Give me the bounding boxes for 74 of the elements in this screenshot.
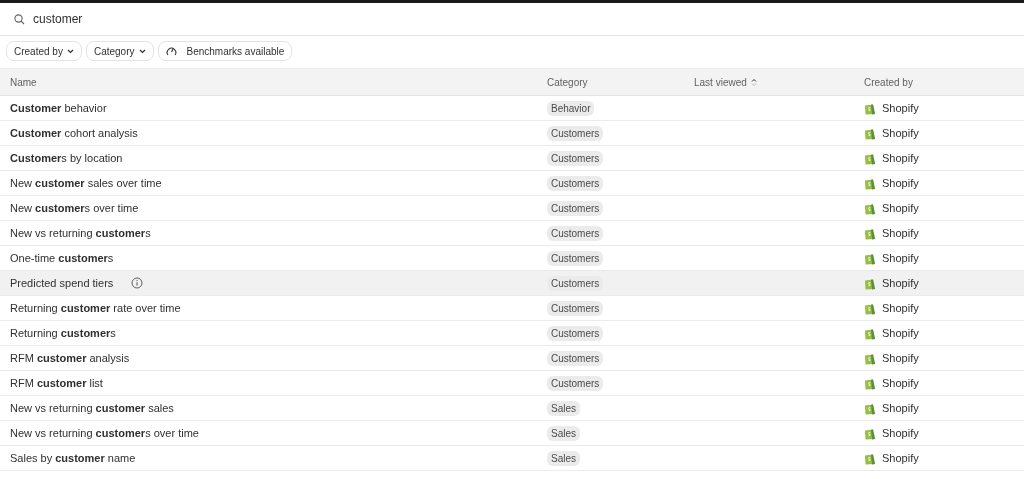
category-tag: Customers: [547, 175, 604, 191]
creator-name: Shopify: [882, 177, 919, 189]
sort-icon[interactable]: [750, 77, 757, 87]
creator-name: Shopify: [882, 127, 919, 139]
search-field[interactable]: customer: [33, 12, 333, 26]
column-header[interactable]: Last viewed: [694, 76, 747, 88]
category-tag: Sales: [547, 400, 580, 416]
report-name: New customer sales over time: [10, 177, 162, 189]
column-header: Created by: [864, 76, 913, 88]
creator-name: Shopify: [882, 152, 919, 164]
report-name: New vs returning customer sales: [10, 402, 174, 414]
filter-button[interactable]: Category: [85, 41, 154, 61]
creator-name: Shopify: [882, 402, 919, 414]
report-name: Customer cohort analysis: [10, 127, 138, 139]
report-name: Sales by customer name: [10, 452, 136, 464]
category-tag: Customers: [547, 200, 604, 216]
column-header: Category: [547, 76, 588, 88]
category-tag: Customers: [547, 125, 604, 141]
table-row[interactable]: One-time customers Customers Shopify: [0, 245, 1024, 271]
creator-name: Shopify: [882, 452, 919, 464]
table-row[interactable]: Customer cohort analysis Customers Shopify: [0, 120, 1024, 146]
report-name: Returning customer rate over time: [10, 302, 181, 314]
table-row[interactable]: New vs returning customers Customers Shopify: [0, 220, 1024, 246]
search-icon: [14, 13, 25, 25]
table-row[interactable]: Returning customers Customers Shopify: [0, 320, 1024, 346]
report-name: RFM customer list: [10, 377, 103, 389]
category-tag: Customers: [547, 300, 604, 316]
creator-name: Shopify: [882, 302, 919, 314]
column-header: Name: [10, 76, 37, 88]
category-tag: Sales: [547, 425, 580, 441]
table-row[interactable]: Returning customer rate over time Customers Shopify: [0, 295, 1024, 321]
table-row[interactable]: Sales by customer name Sales Shopify: [0, 445, 1024, 471]
table-row[interactable]: RFM customer list Customers Shopify: [0, 370, 1024, 396]
category-tag: Customers: [547, 150, 604, 166]
gauge-icon: [165, 46, 177, 56]
chevron-down-icon: [138, 48, 146, 54]
report-name: New customers over time: [10, 202, 139, 214]
table-row[interactable]: New customers over time Customers Shopify: [0, 195, 1024, 221]
category-tag: Sales: [547, 450, 580, 466]
report-name: New vs returning customers over time: [10, 427, 199, 439]
report-name: New vs returning customers: [10, 227, 151, 239]
chevron-down-icon: [66, 48, 74, 54]
category-tag: Behavior: [547, 100, 595, 116]
filter-button[interactable]: Created by: [6, 41, 82, 61]
filter-button[interactable]: Benchmarks available: [157, 41, 293, 61]
creator-name: Shopify: [882, 252, 919, 264]
creator-name: Shopify: [882, 102, 919, 114]
creator-name: Shopify: [882, 227, 919, 239]
category-tag: Customers: [547, 250, 604, 266]
creator-name: Shopify: [882, 327, 919, 339]
report-name: Predicted spend tiers: [10, 277, 114, 289]
report-name: Customer behavior: [10, 102, 107, 114]
category-tag: Customers: [547, 275, 604, 291]
info-icon[interactable]: [131, 277, 144, 289]
table-row[interactable]: New vs returning customers over time Sales Shopify: [0, 420, 1024, 446]
table-row[interactable]: Customers by location Customers Shopify: [0, 145, 1024, 171]
table-row[interactable]: Predicted spend tiers Customers Shopify: [0, 270, 1024, 296]
report-name: RFM customer analysis: [10, 352, 130, 364]
creator-name: Shopify: [882, 202, 919, 214]
table-row[interactable]: Customer behavior Behavior Shopify: [0, 95, 1024, 121]
category-tag: Customers: [547, 325, 604, 341]
creator-name: Shopify: [882, 352, 919, 364]
report-name: One-time customers: [10, 252, 114, 264]
category-tag: Customers: [547, 350, 604, 366]
creator-name: Shopify: [882, 427, 919, 439]
table-row[interactable]: New customer sales over time Customers Shopify: [0, 170, 1024, 196]
category-tag: Customers: [547, 225, 604, 241]
table-row[interactable]: New vs returning customer sales Sales Shopify: [0, 395, 1024, 421]
table-row[interactable]: RFM customer analysis Customers Shopify: [0, 345, 1024, 371]
report-name: Returning customers: [10, 327, 116, 339]
creator-name: Shopify: [882, 377, 919, 389]
creator-name: Shopify: [882, 277, 919, 289]
report-name: Customers by location: [10, 152, 123, 164]
category-tag: Customers: [547, 375, 604, 391]
